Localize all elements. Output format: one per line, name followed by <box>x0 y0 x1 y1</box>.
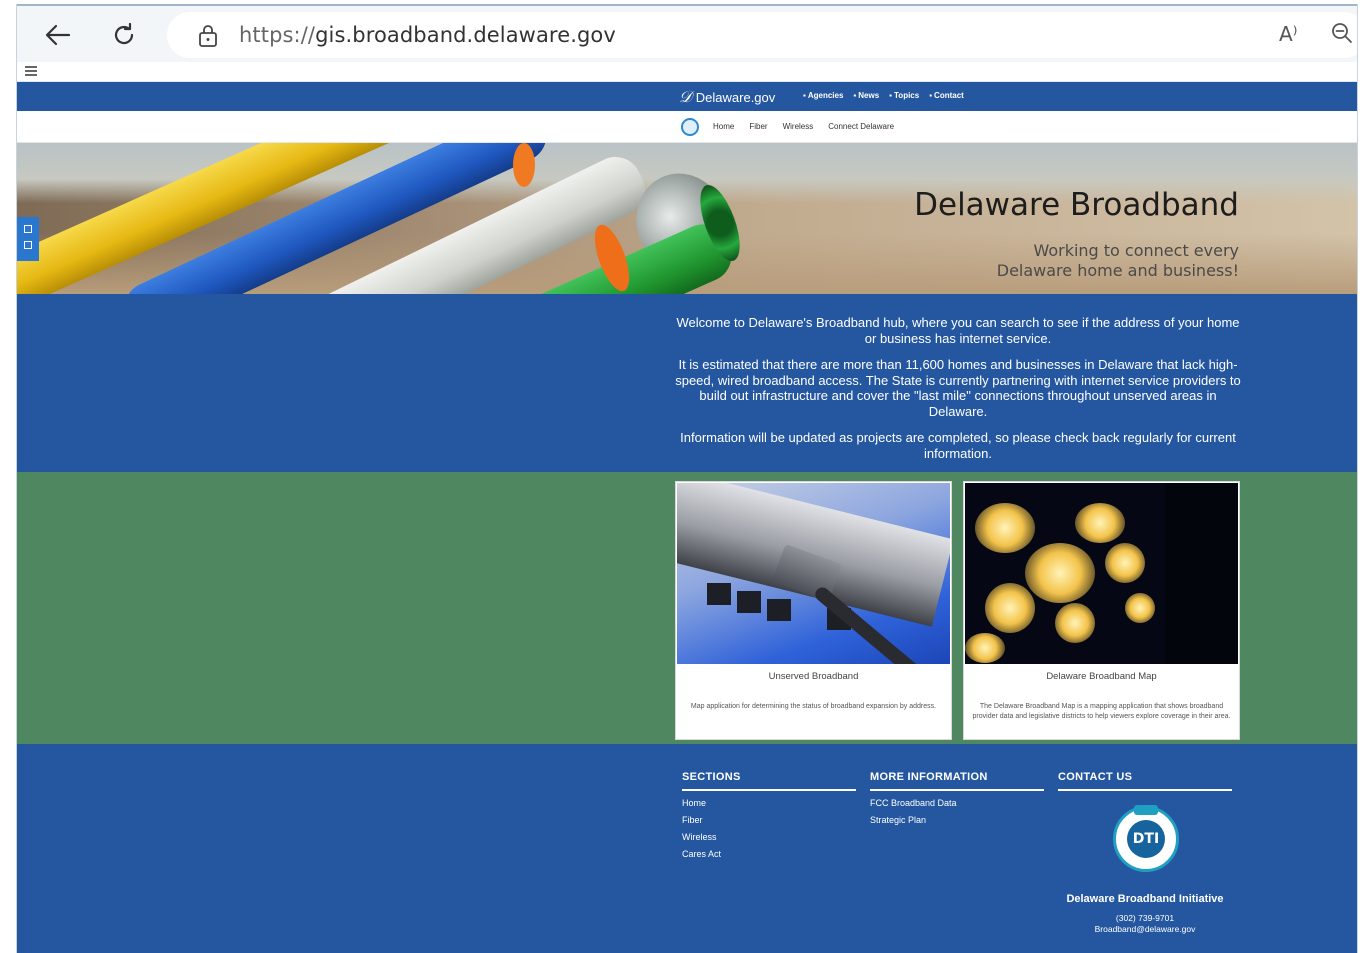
card-title[interactable]: Unserved Broadband <box>676 671 951 682</box>
intro-paragraph-3: Information will be updated as projects … <box>680 430 1236 461</box>
delaware-gov-bar: 𝒟 Delaware.gov Agencies News Topics Cont… <box>17 82 1357 111</box>
card-delaware-broadband-map[interactable]: Delaware Broadband Map The Delaware Broa… <box>963 481 1240 740</box>
intro-section: Welcome to Delaware's Broadband hub, whe… <box>17 294 1357 472</box>
webpage: 𝒟 Delaware.gov Agencies News Topics Cont… <box>17 82 1357 953</box>
read-aloud-button[interactable]: A⁾ <box>1279 22 1298 46</box>
footer-link-wireless[interactable]: Wireless <box>682 829 856 846</box>
gov-links: Agencies News Topics Contact <box>803 91 964 100</box>
gov-link-news[interactable]: News <box>853 91 879 100</box>
refresh-button[interactable] <box>107 18 141 52</box>
card-description: Map application for determining the stat… <box>690 703 937 710</box>
gov-link-agencies[interactable]: Agencies <box>803 91 844 100</box>
cards-section: Unserved Broadband Map application for d… <box>17 472 1357 744</box>
nav-link-wireless[interactable]: Wireless <box>783 122 814 131</box>
hamburger-menu-icon[interactable] <box>25 66 37 76</box>
browser-window: https://gis.broadband.delaware.gov A⁾ 𝒟 … <box>16 4 1358 953</box>
refresh-icon <box>114 22 134 45</box>
back-arrow-icon <box>45 24 71 46</box>
footer-link-cares-act[interactable]: Cares Act <box>682 846 856 863</box>
nav-link-connect-delaware[interactable]: Connect Delaware <box>828 122 894 131</box>
lock-icon[interactable] <box>197 24 219 48</box>
night-lights-map-image[interactable] <box>965 483 1238 664</box>
delaware-d-icon: 𝒟 <box>679 87 692 106</box>
print-icon[interactable] <box>24 241 32 249</box>
hero-subtitle: Working to connect every Delaware home a… <box>996 241 1239 280</box>
share-icon[interactable] <box>24 225 32 233</box>
nav-link-home[interactable]: Home <box>713 122 734 131</box>
side-share-tab[interactable] <box>17 217 39 261</box>
delaware-gov-logo[interactable]: 𝒟 Delaware.gov <box>679 87 775 107</box>
footer-link-fiber[interactable]: Fiber <box>682 812 856 829</box>
back-button[interactable] <box>41 18 75 52</box>
gov-logo-text: Delaware.gov <box>695 89 776 105</box>
card-unserved-broadband[interactable]: Unserved Broadband Map application for d… <box>675 481 952 740</box>
footer: SECTIONS Home Fiber Wireless Cares Act M… <box>17 744 1357 953</box>
intro-paragraph-2: It is estimated that there are more than… <box>675 357 1241 419</box>
hero-title: Delaware Broadband <box>914 187 1239 223</box>
nav-link-fiber[interactable]: Fiber <box>749 122 767 131</box>
menu-strip <box>17 62 1357 82</box>
site-logo-icon[interactable] <box>681 118 699 136</box>
footer-heading: SECTIONS <box>682 771 856 791</box>
dti-logo-text: DTI <box>1127 820 1165 858</box>
router-image[interactable] <box>677 483 950 664</box>
org-name: Delaware Broadband Initiative <box>1066 893 1224 905</box>
org-email[interactable]: Broadband@delaware.gov <box>1045 924 1245 935</box>
site-nav-links: Home Fiber Wireless Connect Delaware <box>713 122 894 131</box>
gov-link-topics[interactable]: Topics <box>889 91 919 100</box>
footer-heading: CONTACT US <box>1058 771 1232 791</box>
card-description: The Delaware Broadband Map is a mapping … <box>972 703 1231 720</box>
dti-logo: DTI <box>1113 805 1179 872</box>
footer-more-information: MORE INFORMATION FCC Broadband Data Stra… <box>870 771 1044 829</box>
url-protocol: https:// <box>239 23 316 47</box>
footer-link-fcc-broadband-data[interactable]: FCC Broadband Data <box>870 795 1044 812</box>
org-phone: (302) 739-9701 <box>1115 913 1175 923</box>
footer-link-home[interactable]: Home <box>682 795 856 812</box>
intro-paragraph-1: Welcome to Delaware's Broadband hub, whe… <box>676 315 1240 346</box>
intro-text: Welcome to Delaware's Broadband hub, whe… <box>673 315 1243 472</box>
org-contact: (302) 739-9701 Broadband@delaware.gov <box>1045 913 1245 935</box>
footer-contact-us: CONTACT US <box>1058 771 1232 795</box>
card-title[interactable]: Delaware Broadband Map <box>964 671 1239 682</box>
url-host: gis.broadband.delaware.gov <box>315 23 616 47</box>
footer-heading: MORE INFORMATION <box>870 771 1044 791</box>
hero-banner: Delaware Broadband Working to connect ev… <box>17 143 1357 294</box>
footer-sections: SECTIONS Home Fiber Wireless Cares Act <box>682 771 856 863</box>
gov-link-contact[interactable]: Contact <box>929 91 964 100</box>
footer-link-strategic-plan[interactable]: Strategic Plan <box>870 812 1044 829</box>
zoom-out-icon[interactable] <box>1331 22 1353 44</box>
browser-toolbar: https://gis.broadband.delaware.gov A⁾ <box>17 4 1357 62</box>
site-nav: Home Fiber Wireless Connect Delaware <box>17 111 1357 143</box>
url-text[interactable]: https://gis.broadband.delaware.gov <box>239 23 616 47</box>
